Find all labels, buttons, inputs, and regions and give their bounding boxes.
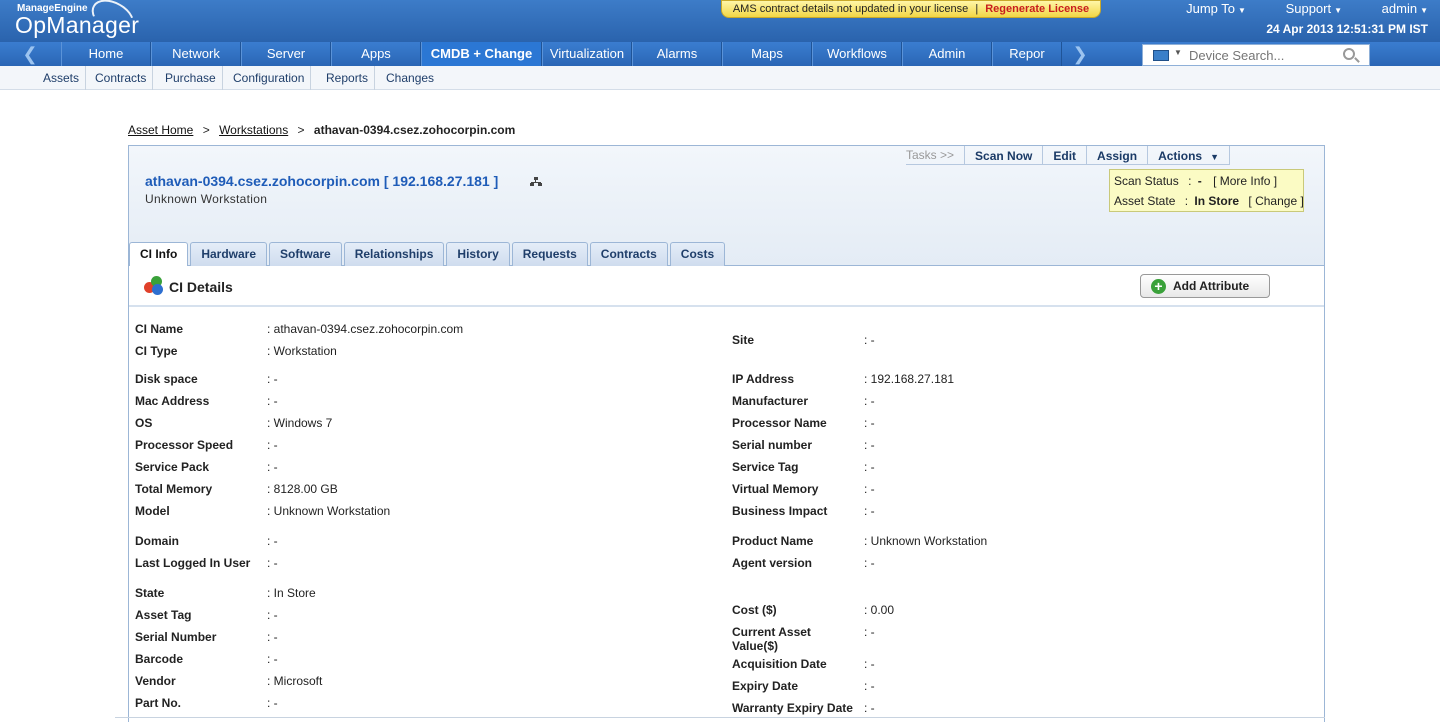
- bottom-divider: [115, 717, 1325, 718]
- asset-state-value: In Store: [1194, 194, 1240, 208]
- nav-tab-virtualization[interactable]: Virtualization: [542, 42, 632, 66]
- plus-icon: +: [1151, 279, 1166, 294]
- search-icon[interactable]: [1343, 48, 1355, 60]
- tasks-label: Tasks >>: [905, 148, 955, 162]
- subnav-contracts[interactable]: Contracts: [89, 66, 154, 90]
- host-title: athavan-0394.csez.zohocorpin.com [ 192.1…: [145, 173, 499, 189]
- current-datetime: 24 Apr 2013 12:51:31 PM IST: [1266, 22, 1428, 36]
- subnav-changes[interactable]: Changes: [380, 66, 440, 90]
- edit-button[interactable]: Edit: [1042, 146, 1086, 164]
- nav-tab-admin[interactable]: Admin: [902, 42, 992, 66]
- chevron-down-icon: ▼: [1334, 6, 1343, 15]
- tab-hardware[interactable]: Hardware: [190, 242, 268, 266]
- asset-tabs: CI Info Hardware Software Relationships …: [129, 242, 727, 267]
- chevron-down-icon: ▼: [1210, 152, 1219, 162]
- breadcrumb-separator: >: [297, 123, 305, 137]
- change-state-link[interactable]: [ Change ]: [1248, 194, 1303, 208]
- scan-status-label: Scan Status: [1114, 174, 1179, 188]
- license-separator: |: [975, 3, 979, 15]
- nav-tab-cmdb-change[interactable]: CMDB + Change: [421, 42, 542, 66]
- breadcrumb-workstations[interactable]: Workstations: [219, 123, 288, 137]
- sub-nav: Assets Contracts Purchase Configuration …: [0, 66, 1440, 90]
- app-header: ManageEngine OpManager AMS contract deta…: [0, 0, 1440, 42]
- more-info-link[interactable]: [ More Info ]: [1213, 174, 1277, 188]
- device-search-input[interactable]: [1189, 47, 1339, 63]
- asset-state-label: Asset State: [1114, 194, 1176, 208]
- tab-requests[interactable]: Requests: [511, 242, 588, 266]
- monitor-icon[interactable]: [1153, 50, 1169, 61]
- support-menu[interactable]: Support ▼: [1268, 1, 1342, 16]
- breadcrumb-separator: >: [202, 123, 210, 137]
- nav-tab-alarms[interactable]: Alarms: [632, 42, 722, 66]
- assign-button[interactable]: Assign: [1086, 146, 1147, 164]
- asset-panel: Tasks >> Scan Now Edit Assign Actions ▼ a…: [128, 145, 1325, 722]
- jump-to-menu[interactable]: Jump To ▼: [1168, 1, 1246, 16]
- tab-history[interactable]: History: [446, 242, 510, 266]
- asset-toolbar: Tasks >> Scan Now Edit Assign Actions ▼: [905, 146, 1230, 165]
- tab-relationships[interactable]: Relationships: [343, 242, 445, 266]
- status-box: Scan Status : - [ More Info ] Asset Stat…: [1109, 169, 1304, 212]
- subnav-reports[interactable]: Reports: [320, 66, 376, 90]
- subnav-configuration[interactable]: Configuration: [227, 66, 312, 90]
- scan-now-button[interactable]: Scan Now: [964, 146, 1042, 164]
- chevron-down-icon: ▼: [1238, 6, 1246, 15]
- ci-details-header: CI Details + Add Attribute: [129, 266, 1324, 307]
- license-banner: AMS contract details not updated in your…: [721, 0, 1101, 18]
- tab-software[interactable]: Software: [269, 242, 342, 266]
- chevron-down-icon[interactable]: ▼: [1174, 48, 1182, 57]
- tab-costs[interactable]: Costs: [669, 242, 726, 266]
- device-search[interactable]: ▼: [1142, 44, 1370, 66]
- nav-tab-server[interactable]: Server: [241, 42, 331, 66]
- host-subtitle: Unknown Workstation: [145, 192, 268, 206]
- nav-tab-maps[interactable]: Maps: [722, 42, 812, 66]
- breadcrumb: Asset Home > Workstations > athavan-0394…: [128, 123, 515, 137]
- ci-details-icon: [144, 276, 164, 296]
- tab-ci-info[interactable]: CI Info: [129, 242, 189, 267]
- breadcrumb-asset-home[interactable]: Asset Home: [128, 123, 193, 137]
- chevron-down-icon: ▼: [1420, 6, 1428, 15]
- nav-tab-apps[interactable]: Apps: [331, 42, 421, 66]
- nav-right-arrow-icon[interactable]: ❯: [1050, 42, 1110, 66]
- nav-left-arrow-icon[interactable]: ❮: [0, 42, 60, 66]
- top-links: Jump To ▼ Support ▼ admin ▼: [1150, 1, 1428, 16]
- subnav-purchase[interactable]: Purchase: [159, 66, 223, 90]
- add-attribute-button[interactable]: + Add Attribute: [1140, 274, 1270, 298]
- user-menu[interactable]: admin ▼: [1364, 1, 1428, 16]
- nav-tab-home[interactable]: Home: [61, 42, 151, 66]
- asset-header: Tasks >> Scan Now Edit Assign Actions ▼ a…: [129, 146, 1324, 267]
- section-title: CI Details: [169, 279, 233, 295]
- subnav-assets[interactable]: Assets: [37, 66, 87, 90]
- tab-contracts[interactable]: Contracts: [589, 242, 668, 266]
- regenerate-license-link[interactable]: Regenerate License: [985, 3, 1089, 15]
- nav-tab-workflows[interactable]: Workflows: [812, 42, 902, 66]
- nav-tab-network[interactable]: Network: [151, 42, 241, 66]
- actions-menu[interactable]: Actions ▼: [1147, 146, 1230, 164]
- breadcrumb-current: athavan-0394.csez.zohocorpin.com: [313, 123, 516, 137]
- license-message: AMS contract details not updated in your…: [732, 3, 969, 15]
- topology-icon[interactable]: [530, 177, 542, 187]
- scan-status-value: -: [1197, 174, 1202, 188]
